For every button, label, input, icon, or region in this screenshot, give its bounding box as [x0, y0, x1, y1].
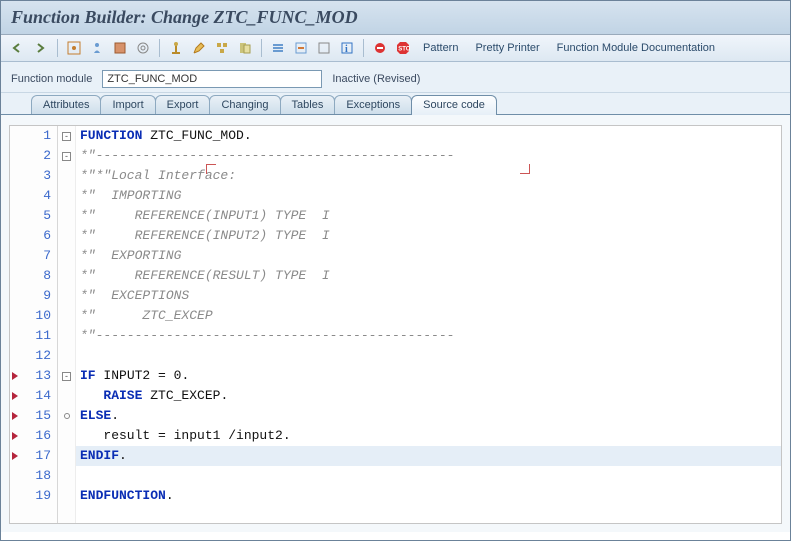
selection-marker-icon: [206, 164, 216, 174]
docs-button[interactable]: Function Module Documentation: [551, 40, 721, 56]
code-line[interactable]: RAISE ZTC_EXCEP.: [76, 386, 781, 406]
code-line[interactable]: *" EXPORTING: [76, 246, 781, 266]
line-number: 16: [10, 426, 57, 446]
code-line[interactable]: *"*"Local Interface:: [76, 166, 781, 186]
fm-input[interactable]: [102, 70, 322, 88]
pattern-button[interactable]: Pattern: [417, 40, 464, 56]
fm-label: Function module: [11, 73, 92, 85]
info-icon[interactable]: i: [338, 39, 356, 57]
fm-status: Inactive (Revised): [332, 73, 420, 85]
line-number: 1: [10, 126, 57, 146]
code-line[interactable]: *" REFERENCE(INPUT1) TYPE I: [76, 206, 781, 226]
edit-icon[interactable]: [190, 39, 208, 57]
fold-else-icon[interactable]: [64, 413, 70, 419]
display-list-icon[interactable]: [269, 39, 287, 57]
fullscreen-icon[interactable]: [315, 39, 333, 57]
other-object-icon[interactable]: [236, 39, 254, 57]
code-line[interactable]: *" REFERENCE(RESULT) TYPE I: [76, 266, 781, 286]
editor[interactable]: 1 2 3 4 5 6 7 8 9 10 11 12 13 14 15 16 1…: [9, 125, 782, 524]
line-number: 12: [10, 346, 57, 366]
code-line[interactable]: ENDIF.: [76, 446, 781, 466]
line-number: 9: [10, 286, 57, 306]
fold-column: - - -: [58, 126, 76, 523]
tab-source-code[interactable]: Source code: [411, 95, 497, 115]
line-number: 14: [10, 386, 57, 406]
breakpoint-marker-icon[interactable]: [12, 432, 18, 440]
fold-toggle-icon[interactable]: -: [62, 372, 71, 381]
line-number: 6: [10, 226, 57, 246]
code-line[interactable]: [76, 346, 781, 366]
tab-export[interactable]: Export: [155, 95, 211, 114]
line-number: 19: [10, 486, 57, 506]
code-line[interactable]: *" REFERENCE(INPUT2) TYPE I: [76, 226, 781, 246]
line-gutter: 1 2 3 4 5 6 7 8 9 10 11 12 13 14 15 16 1…: [10, 126, 58, 523]
line-number: 4: [10, 186, 57, 206]
tabs-row: Attributes Import Export Changing Tables…: [1, 93, 790, 115]
editor-wrap: 1 2 3 4 5 6 7 8 9 10 11 12 13 14 15 16 1…: [1, 115, 790, 532]
svg-text:i: i: [345, 44, 348, 55]
separator: [159, 39, 160, 57]
line-number: 5: [10, 206, 57, 226]
line-number: 3: [10, 166, 57, 186]
line-number: 7: [10, 246, 57, 266]
activate-icon[interactable]: [111, 39, 129, 57]
svg-text:STO: STO: [398, 47, 410, 53]
fold-toggle-icon[interactable]: -: [62, 132, 71, 141]
tab-tables[interactable]: Tables: [280, 95, 336, 114]
code-line[interactable]: result = input1 /input2.: [76, 426, 781, 446]
function-module-row: Function module Inactive (Revised): [1, 62, 790, 93]
insert-icon[interactable]: [292, 39, 310, 57]
tab-import[interactable]: Import: [100, 95, 155, 114]
code-line[interactable]: *" IMPORTING: [76, 186, 781, 206]
code-line[interactable]: *"--------------------------------------…: [76, 326, 781, 346]
selection-marker-icon: [520, 164, 530, 174]
display-object-icon[interactable]: [65, 39, 83, 57]
match-icon[interactable]: [167, 39, 185, 57]
code-line[interactable]: FUNCTION ZTC_FUNC_MOD.: [76, 126, 781, 146]
separator: [57, 39, 58, 57]
title-bar: Function Builder: Change ZTC_FUNC_MOD: [1, 1, 790, 35]
line-number: 15: [10, 406, 57, 426]
line-number: 10: [10, 306, 57, 326]
toolbar: i STO Pattern Pretty Printer Function Mo…: [1, 35, 790, 62]
pretty-printer-button[interactable]: Pretty Printer: [469, 40, 545, 56]
tab-attributes[interactable]: Attributes: [31, 95, 101, 114]
code-area[interactable]: FUNCTION ZTC_FUNC_MOD. *"---------------…: [76, 126, 781, 523]
stop-icon[interactable]: STO: [394, 39, 412, 57]
code-line[interactable]: ENDFUNCTION.: [76, 486, 781, 506]
code-line[interactable]: [76, 466, 781, 486]
code-line[interactable]: *" ZTC_EXCEP: [76, 306, 781, 326]
spiral-icon[interactable]: [134, 39, 152, 57]
code-line[interactable]: IF INPUT2 = 0.: [76, 366, 781, 386]
separator: [363, 39, 364, 57]
breakpoint-marker-icon[interactable]: [12, 452, 18, 460]
line-number: 8: [10, 266, 57, 286]
breakpoint-icon[interactable]: [371, 39, 389, 57]
code-line[interactable]: *" EXCEPTIONS: [76, 286, 781, 306]
page-title: Function Builder: Change ZTC_FUNC_MOD: [11, 7, 780, 28]
separator: [261, 39, 262, 57]
breakpoint-marker-icon[interactable]: [12, 392, 18, 400]
line-number: 18: [10, 466, 57, 486]
code-line[interactable]: *"--------------------------------------…: [76, 146, 781, 166]
line-number: 17: [10, 446, 57, 466]
code-line[interactable]: ELSE.: [76, 406, 781, 426]
forward-icon[interactable]: [32, 39, 50, 57]
line-number: 13: [10, 366, 57, 386]
check-icon[interactable]: [88, 39, 106, 57]
where-used-icon[interactable]: [213, 39, 231, 57]
breakpoint-marker-icon[interactable]: [12, 372, 18, 380]
line-number: 2: [10, 146, 57, 166]
tab-changing[interactable]: Changing: [209, 95, 280, 114]
tab-exceptions[interactable]: Exceptions: [334, 95, 412, 114]
line-number: 11: [10, 326, 57, 346]
back-icon[interactable]: [9, 39, 27, 57]
breakpoint-marker-icon[interactable]: [12, 412, 18, 420]
fold-toggle-icon[interactable]: -: [62, 152, 71, 161]
